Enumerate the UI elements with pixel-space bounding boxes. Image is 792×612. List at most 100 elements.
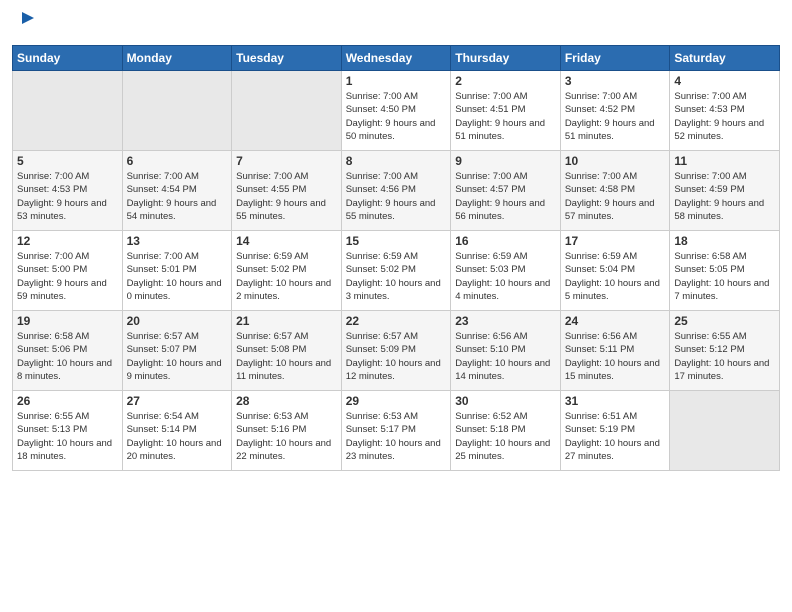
weekday-header-saturday: Saturday xyxy=(670,46,780,71)
calendar-cell: 15 Sunrise: 6:59 AM Sunset: 5:02 PM Dayli… xyxy=(341,231,451,311)
day-info: Sunrise: 7:00 AM Sunset: 4:54 PM Dayligh… xyxy=(127,170,228,223)
calendar-cell: 23 Sunrise: 6:56 AM Sunset: 5:10 PM Dayli… xyxy=(451,311,561,391)
day-number: 10 xyxy=(565,154,666,168)
weekday-header-thursday: Thursday xyxy=(451,46,561,71)
calendar-cell: 22Sunrise: 6:57 AM Sunset: 5:09 PM Dayli… xyxy=(341,311,451,391)
day-number: 30 xyxy=(455,394,556,408)
day-info: Sunrise: 7:00 AM Sunset: 4:53 PM Dayligh… xyxy=(674,90,775,143)
day-info: Sunrise: 6:59 AM Sunset: 5:02 PM Dayligh… xyxy=(346,250,447,303)
day-number: 29 xyxy=(346,394,447,408)
day-number: 23 xyxy=(455,314,556,328)
day-number: 24 xyxy=(565,314,666,328)
day-info: Sunrise: 6:53 AM Sunset: 5:17 PM Dayligh… xyxy=(346,410,447,463)
day-number: 8 xyxy=(346,154,447,168)
calendar-cell: 7 Sunrise: 7:00 AM Sunset: 4:55 PM Daylig… xyxy=(232,151,342,231)
calendar-cell: 2Sunrise: 7:00 AM Sunset: 4:51 PM Daylig… xyxy=(451,71,561,151)
calendar-cell xyxy=(13,71,123,151)
day-number: 16 xyxy=(455,234,556,248)
calendar-cell: 9 Sunrise: 7:00 AM Sunset: 4:57 PM Daylig… xyxy=(451,151,561,231)
logo-icon xyxy=(14,10,36,32)
day-info: Sunrise: 7:00 AM Sunset: 4:53 PM Dayligh… xyxy=(17,170,118,223)
calendar-cell: 13 Sunrise: 7:00 AM Sunset: 5:01 PM Dayli… xyxy=(122,231,232,311)
day-info: Sunrise: 7:00 AM Sunset: 5:00 PM Dayligh… xyxy=(17,250,118,303)
day-number: 13 xyxy=(127,234,228,248)
week-row-2: 5 Sunrise: 7:00 AM Sunset: 4:53 PM Daylig… xyxy=(13,151,780,231)
day-info: Sunrise: 6:59 AM Sunset: 5:03 PM Dayligh… xyxy=(455,250,556,303)
calendar-cell: 27Sunrise: 6:54 AM Sunset: 5:14 PM Dayli… xyxy=(122,391,232,471)
calendar-cell: 20Sunrise: 6:57 AM Sunset: 5:07 PM Dayli… xyxy=(122,311,232,391)
day-number: 11 xyxy=(674,154,775,168)
calendar-cell: 8Sunrise: 7:00 AM Sunset: 4:56 PM Daylig… xyxy=(341,151,451,231)
week-row-3: 12 Sunrise: 7:00 AM Sunset: 5:00 PM Dayli… xyxy=(13,231,780,311)
day-number: 27 xyxy=(127,394,228,408)
day-number: 2 xyxy=(455,74,556,88)
day-info: Sunrise: 6:56 AM Sunset: 5:11 PM Dayligh… xyxy=(565,330,666,383)
calendar-cell: 1 Sunrise: 7:00 AM Sunset: 4:50 PM Daylig… xyxy=(341,71,451,151)
weekday-header-friday: Friday xyxy=(560,46,670,71)
calendar-cell: 3 Sunrise: 7:00 AM Sunset: 4:52 PM Daylig… xyxy=(560,71,670,151)
day-number: 20 xyxy=(127,314,228,328)
calendar-cell: 5 Sunrise: 7:00 AM Sunset: 4:53 PM Daylig… xyxy=(13,151,123,231)
week-row-1: 1 Sunrise: 7:00 AM Sunset: 4:50 PM Daylig… xyxy=(13,71,780,151)
day-info: Sunrise: 6:59 AM Sunset: 5:04 PM Dayligh… xyxy=(565,250,666,303)
day-number: 14 xyxy=(236,234,337,248)
header xyxy=(12,10,780,37)
day-info: Sunrise: 6:59 AM Sunset: 5:02 PM Dayligh… xyxy=(236,250,337,303)
day-number: 15 xyxy=(346,234,447,248)
day-number: 21 xyxy=(236,314,337,328)
day-info: Sunrise: 7:00 AM Sunset: 4:50 PM Dayligh… xyxy=(346,90,447,143)
logo xyxy=(12,10,36,37)
day-info: Sunrise: 6:52 AM Sunset: 5:18 PM Dayligh… xyxy=(455,410,556,463)
day-number: 28 xyxy=(236,394,337,408)
day-number: 19 xyxy=(17,314,118,328)
day-info: Sunrise: 6:51 AM Sunset: 5:19 PM Dayligh… xyxy=(565,410,666,463)
day-info: Sunrise: 7:00 AM Sunset: 4:55 PM Dayligh… xyxy=(236,170,337,223)
calendar-cell: 21Sunrise: 6:57 AM Sunset: 5:08 PM Dayli… xyxy=(232,311,342,391)
calendar-cell: 11 Sunrise: 7:00 AM Sunset: 4:59 PM Dayli… xyxy=(670,151,780,231)
day-info: Sunrise: 6:58 AM Sunset: 5:05 PM Dayligh… xyxy=(674,250,775,303)
day-number: 6 xyxy=(127,154,228,168)
day-info: Sunrise: 7:00 AM Sunset: 4:58 PM Dayligh… xyxy=(565,170,666,223)
day-number: 1 xyxy=(346,74,447,88)
weekday-header-wednesday: Wednesday xyxy=(341,46,451,71)
calendar-cell: 25Sunrise: 6:55 AM Sunset: 5:12 PM Dayli… xyxy=(670,311,780,391)
day-info: Sunrise: 6:56 AM Sunset: 5:10 PM Dayligh… xyxy=(455,330,556,383)
day-number: 3 xyxy=(565,74,666,88)
calendar-cell: 31 Sunrise: 6:51 AM Sunset: 5:19 PM Dayli… xyxy=(560,391,670,471)
day-info: Sunrise: 6:58 AM Sunset: 5:06 PM Dayligh… xyxy=(17,330,118,383)
calendar-cell: 17Sunrise: 6:59 AM Sunset: 5:04 PM Dayli… xyxy=(560,231,670,311)
calendar-cell: 16 Sunrise: 6:59 AM Sunset: 5:03 PM Dayli… xyxy=(451,231,561,311)
calendar-cell: 29 Sunrise: 6:53 AM Sunset: 5:17 PM Dayli… xyxy=(341,391,451,471)
day-number: 18 xyxy=(674,234,775,248)
day-number: 25 xyxy=(674,314,775,328)
calendar-container: SundayMondayTuesdayWednesdayThursdayFrid… xyxy=(0,0,792,479)
day-number: 5 xyxy=(17,154,118,168)
day-info: Sunrise: 7:00 AM Sunset: 5:01 PM Dayligh… xyxy=(127,250,228,303)
day-info: Sunrise: 6:53 AM Sunset: 5:16 PM Dayligh… xyxy=(236,410,337,463)
day-info: Sunrise: 6:55 AM Sunset: 5:13 PM Dayligh… xyxy=(17,410,118,463)
weekday-header-sunday: Sunday xyxy=(13,46,123,71)
calendar-cell: 30 Sunrise: 6:52 AM Sunset: 5:18 PM Dayli… xyxy=(451,391,561,471)
calendar-cell xyxy=(122,71,232,151)
calendar-cell: 19 Sunrise: 6:58 AM Sunset: 5:06 PM Dayli… xyxy=(13,311,123,391)
day-number: 31 xyxy=(565,394,666,408)
calendar-cell xyxy=(670,391,780,471)
day-info: Sunrise: 7:00 AM Sunset: 4:52 PM Dayligh… xyxy=(565,90,666,143)
day-number: 26 xyxy=(17,394,118,408)
day-info: Sunrise: 7:00 AM Sunset: 4:59 PM Dayligh… xyxy=(674,170,775,223)
calendar-table: SundayMondayTuesdayWednesdayThursdayFrid… xyxy=(12,45,780,471)
calendar-cell: 24 Sunrise: 6:56 AM Sunset: 5:11 PM Dayli… xyxy=(560,311,670,391)
day-number: 7 xyxy=(236,154,337,168)
day-info: Sunrise: 7:00 AM Sunset: 4:57 PM Dayligh… xyxy=(455,170,556,223)
calendar-cell: 14 Sunrise: 6:59 AM Sunset: 5:02 PM Dayli… xyxy=(232,231,342,311)
day-info: Sunrise: 6:57 AM Sunset: 5:09 PM Dayligh… xyxy=(346,330,447,383)
week-row-5: 26 Sunrise: 6:55 AM Sunset: 5:13 PM Dayli… xyxy=(13,391,780,471)
calendar-cell: 18 Sunrise: 6:58 AM Sunset: 5:05 PM Dayli… xyxy=(670,231,780,311)
day-number: 12 xyxy=(17,234,118,248)
weekday-header-tuesday: Tuesday xyxy=(232,46,342,71)
calendar-cell: 26 Sunrise: 6:55 AM Sunset: 5:13 PM Dayli… xyxy=(13,391,123,471)
day-number: 9 xyxy=(455,154,556,168)
weekday-header-monday: Monday xyxy=(122,46,232,71)
day-number: 4 xyxy=(674,74,775,88)
weekday-header-row: SundayMondayTuesdayWednesdayThursdayFrid… xyxy=(13,46,780,71)
